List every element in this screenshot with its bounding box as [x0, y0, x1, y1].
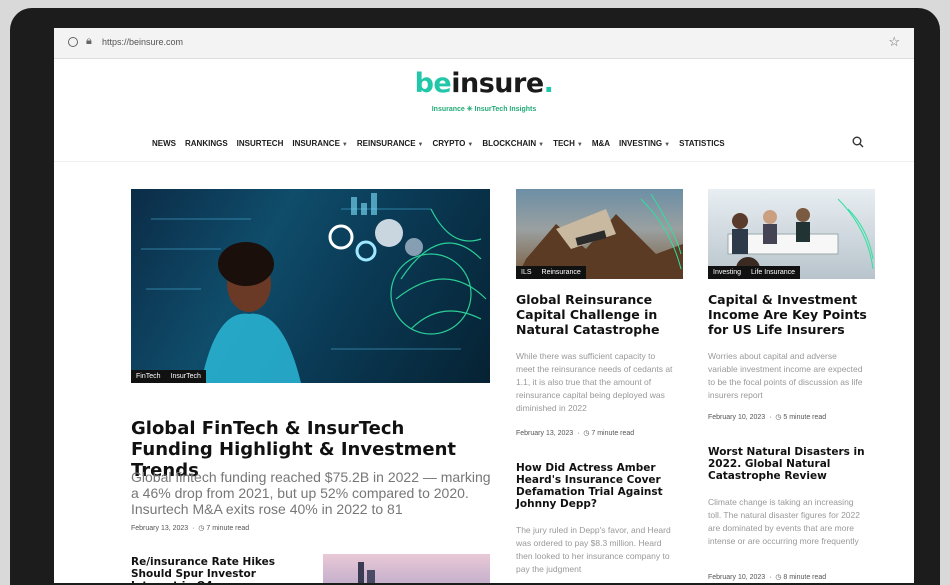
clock-icon: ◷ — [775, 414, 782, 421]
header-divider — [54, 161, 914, 162]
address-bar[interactable]: 🔒︎ https://beinsure.com ☆ — [54, 28, 914, 59]
col2-article2-excerpt: The jury ruled in Depp's favor, and Hear… — [516, 525, 671, 574]
nav-item-reinsurance[interactable]: REINSURANCE ▼ — [357, 139, 424, 153]
col3-article2-excerpt: Climate change is taking an increasing t… — [708, 497, 860, 546]
clock-icon: ◷ — [775, 574, 782, 581]
chevron-down-icon: ▼ — [576, 142, 583, 148]
featured-tag[interactable]: InsurTech — [165, 370, 206, 383]
nav-item-news[interactable]: NEWS — [152, 139, 176, 153]
col3-article2-title[interactable]: Worst Natural Disasters in 2022. Global … — [708, 446, 873, 482]
nav-item-label: INSURTECH — [236, 139, 284, 148]
featured-date: February 13, 2023 — [131, 525, 189, 532]
nav-item-blockchain[interactable]: BLOCKCHAIN ▼ — [482, 139, 544, 153]
nav-item-label: INVESTING — [619, 139, 663, 148]
url-text[interactable]: https://beinsure.com — [102, 37, 183, 47]
chevron-down-icon: ▼ — [341, 142, 348, 148]
col2-article1-tag[interactable]: ILS — [516, 266, 537, 279]
col3-article1-meta: February 10, 2023 · ◷ 5 minute read — [708, 414, 827, 421]
chevron-down-icon: ▼ — [417, 142, 424, 148]
featured-excerpt: Global fintech funding reached $75.2B in… — [131, 469, 491, 517]
nav-item-crypto[interactable]: CRYPTO ▼ — [432, 139, 473, 153]
site-tagline: Insurance ✳ InsurTech Insights — [431, 106, 537, 113]
site-logo[interactable]: beinsure. — [54, 68, 914, 99]
nav-item-label: STATISTICS — [679, 139, 725, 148]
bottom-article-image-art — [358, 562, 375, 583]
nav-item-label: INSURANCE — [292, 139, 340, 148]
col3-article1-tags: Investing Life Insurance — [708, 266, 801, 279]
reload-icon[interactable] — [68, 37, 78, 47]
nav-item-label: NEWS — [152, 139, 176, 148]
lock-icon: 🔒︎ — [86, 35, 92, 47]
nav-item-label: CRYPTO — [432, 139, 466, 148]
nav-item-label: RANKINGS — [185, 139, 228, 148]
col2-article1-excerpt: While there was sufficient capacity to m… — [516, 351, 673, 413]
clock-icon: ◷ — [583, 430, 590, 437]
chevron-down-icon: ▼ — [538, 142, 545, 148]
col3-article1-image[interactable]: Investing Life Insurance — [708, 189, 875, 279]
nav-item-label: TECH — [553, 139, 575, 148]
chevron-down-icon: ▼ — [664, 142, 671, 148]
nav-item-m-a[interactable]: M&A — [592, 139, 610, 153]
col3-article2-meta: February 10, 2023 · ◷ 8 minute read — [708, 574, 827, 581]
bookmark-star-icon[interactable]: ☆ — [888, 34, 900, 50]
col2-article1-image[interactable]: ILS Reinsurance — [516, 189, 683, 279]
search-icon[interactable] — [852, 136, 864, 148]
main-nav: NEWS RANKINGS INSURTECH INSURANCE ▼ REINSURAN… — [152, 139, 725, 153]
bottom-article-image[interactable] — [323, 554, 490, 583]
nav-item-insurance[interactable]: INSURANCE ▼ — [292, 139, 348, 153]
clock-icon: ◷ — [198, 525, 205, 532]
featured-tags: FinTech InsurTech — [131, 370, 206, 383]
col3-article1-tag[interactable]: Life Insurance — [746, 266, 801, 279]
nav-item-label: REINSURANCE — [356, 139, 416, 148]
col2-article1-title[interactable]: Global Reinsurance Capital Challenge in … — [516, 292, 686, 337]
bottom-article-title[interactable]: Re/insurance Rate Hikes Should Spur Inve… — [131, 556, 291, 583]
nav-item-tech[interactable]: TECH ▼ — [553, 139, 583, 153]
col3-article1-excerpt: Worries about capital and adverse variab… — [708, 351, 863, 400]
col2-article1-tags: ILS Reinsurance — [516, 266, 586, 279]
col2-article1-tag[interactable]: Reinsurance — [536, 266, 586, 279]
nav-item-label: BLOCKCHAIN — [482, 139, 537, 148]
chevron-down-icon: ▼ — [467, 142, 474, 148]
nav-item-insurtech[interactable]: INSURTECH — [237, 139, 284, 153]
featured-tag[interactable]: FinTech — [131, 370, 166, 383]
col2-article2-title[interactable]: How Did Actress Amber Heard's Insurance … — [516, 462, 676, 510]
laptop-frame: 🔒︎ https://beinsure.com ☆ beinsure. Insu… — [10, 8, 940, 585]
featured-meta: February 13, 2023 · ◷ 7 minute read — [131, 525, 250, 532]
nav-item-investing[interactable]: INVESTING ▼ — [619, 139, 670, 153]
browser-window: 🔒︎ https://beinsure.com ☆ beinsure. Insu… — [54, 28, 914, 583]
col2-article1-meta: February 13, 2023 · ◷ 7 minute read — [516, 430, 635, 437]
col3-article1-read-time: 5 minute read — [783, 414, 827, 421]
featured-image[interactable]: FinTech InsurTech — [131, 189, 490, 383]
nav-item-statistics[interactable]: STATISTICS — [679, 139, 724, 153]
col3-article1-date: February 10, 2023 — [708, 414, 766, 421]
col3-article2-read-time: 8 minute read — [783, 574, 827, 581]
featured-read-time: 7 minute read — [206, 525, 250, 532]
col2-article1-read-time: 7 minute read — [591, 430, 635, 437]
col3-article1-tag[interactable]: Investing — [708, 266, 747, 279]
col2-article1-date: February 13, 2023 — [516, 430, 574, 437]
col3-article2-date: February 10, 2023 — [708, 574, 766, 581]
nav-item-label: M&A — [591, 139, 611, 148]
col3-article1-title[interactable]: Capital & Investment Income Are Key Poin… — [708, 292, 878, 337]
nav-item-rankings[interactable]: RANKINGS — [185, 139, 228, 153]
featured-image-art — [141, 193, 487, 383]
